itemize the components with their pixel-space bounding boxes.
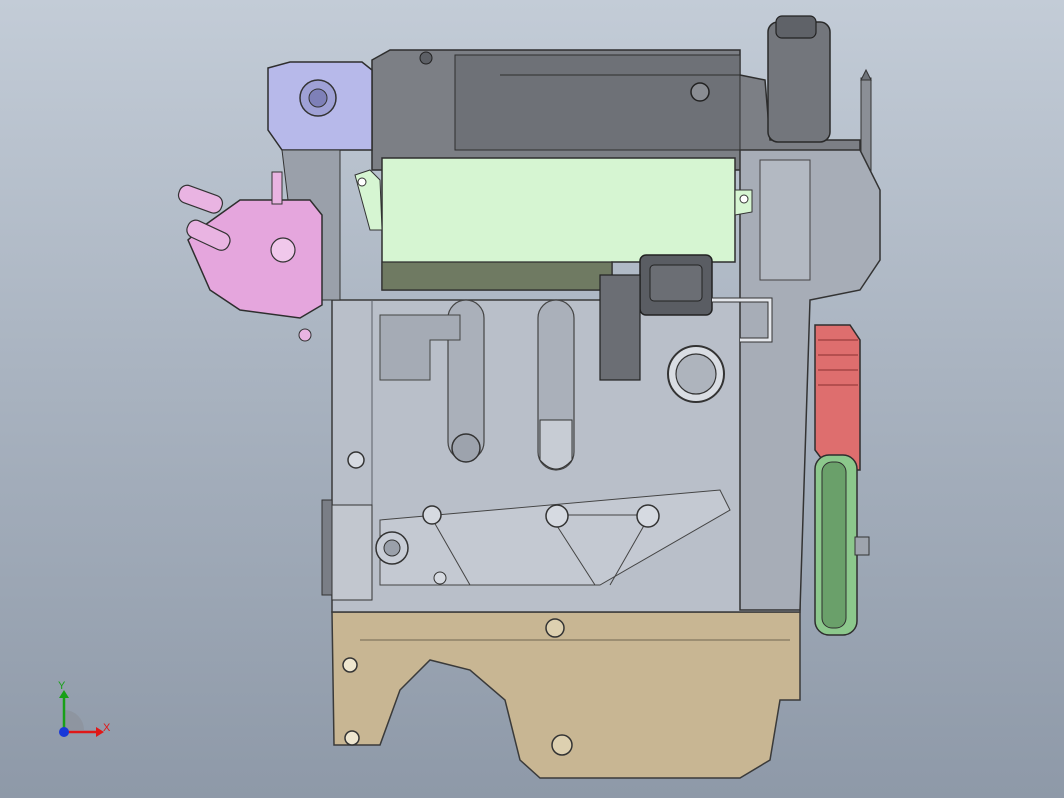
head-bolt-2 (690, 82, 710, 102)
y-axis-label: Y (58, 680, 66, 692)
oil-pan-bolt-bottom (344, 730, 360, 746)
head-bolt-1 (419, 51, 433, 65)
block-boss-2 (545, 504, 569, 528)
block-boss-3 (636, 504, 660, 528)
block-bolt-mid (347, 451, 365, 469)
alternator-pulley[interactable] (814, 324, 861, 471)
triad-xy-plane (64, 710, 84, 730)
oil-pan-bolt-left (342, 657, 358, 673)
oil-pan-bolt-top (545, 618, 565, 638)
3d-viewport[interactable]: X Y (0, 0, 1064, 798)
z-axis-dot (59, 727, 69, 737)
thermostat-housing[interactable] (187, 199, 323, 319)
pulley-bolt (854, 536, 870, 556)
cam-cap (767, 21, 831, 143)
flywheel-edge (321, 499, 333, 596)
thermostat-outlet-upper (177, 184, 224, 214)
x-axis-label: X (103, 722, 111, 734)
engine-assembly-model[interactable] (0, 0, 1064, 798)
oil-pan-drain (551, 734, 573, 756)
block-boss-1 (422, 505, 442, 525)
